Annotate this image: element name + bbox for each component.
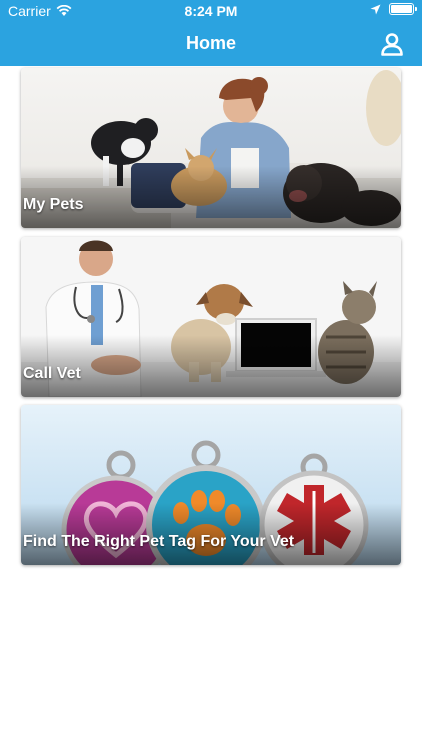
card-label: Call Vet xyxy=(23,365,81,382)
battery-icon xyxy=(389,3,417,15)
status-time: 8:24 PM xyxy=(184,3,238,19)
card-label: My Pets xyxy=(23,196,84,213)
pet-tag-card[interactable]: Find The Right Pet Tag For Your Vet xyxy=(21,405,401,565)
status-bar: Carrier 8:24 PM xyxy=(0,0,422,22)
card-label: Find The Right Pet Tag For Your Vet xyxy=(23,533,295,550)
page-title: Home xyxy=(185,33,236,53)
app-header: Carrier 8:24 PM Home xyxy=(0,0,422,66)
user-profile-icon xyxy=(381,33,403,56)
location-arrow-icon xyxy=(370,4,381,14)
call-vet-card[interactable]: Call Vet xyxy=(21,237,401,397)
status-right xyxy=(370,3,417,15)
profile-button[interactable] xyxy=(380,32,404,56)
my-pets-card[interactable]: My Pets xyxy=(21,68,401,228)
